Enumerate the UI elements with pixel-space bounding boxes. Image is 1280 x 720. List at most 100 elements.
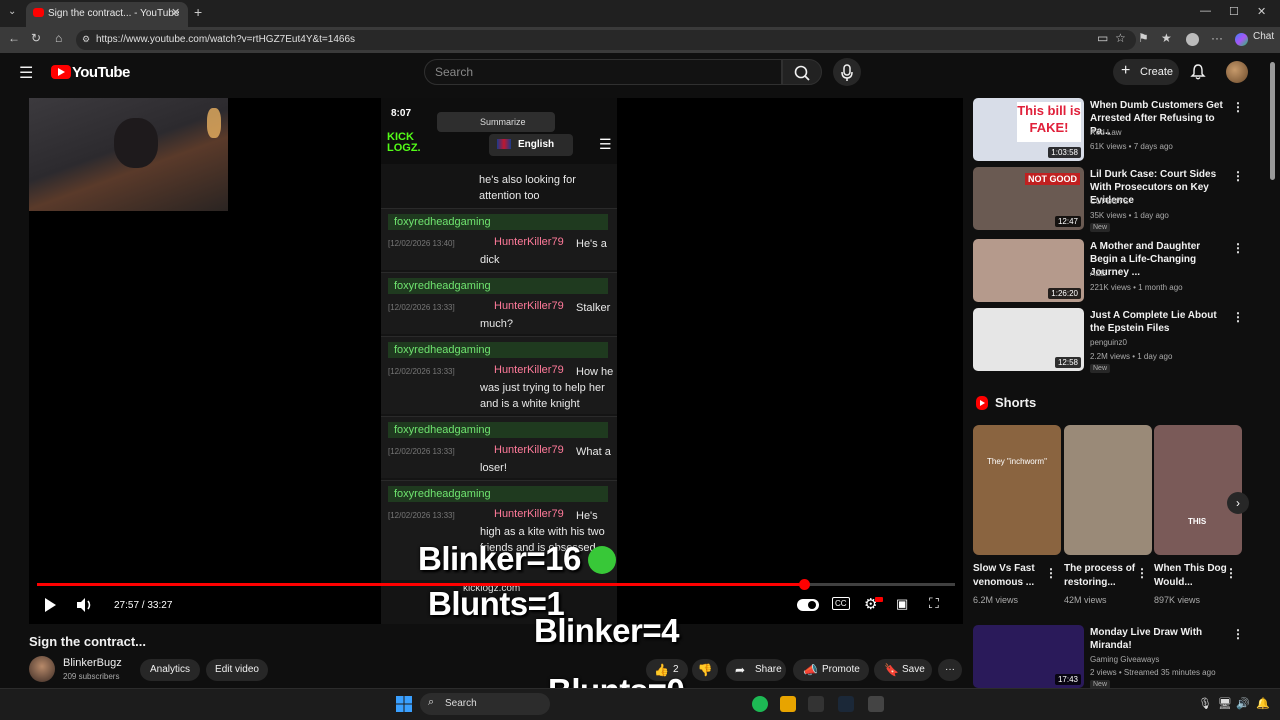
new-tab-icon[interactable]: + bbox=[194, 4, 202, 20]
close-window-icon[interactable]: ✕ bbox=[1257, 5, 1266, 18]
rec-title[interactable]: Just A Complete Lie About the Epstein Fi… bbox=[1090, 309, 1230, 335]
network-tray-icon[interactable]: 🖥 bbox=[1218, 697, 1232, 710]
account-avatar[interactable] bbox=[1226, 61, 1248, 83]
short-more-icon[interactable]: ⋮ bbox=[1225, 566, 1237, 580]
rec-more-icon[interactable]: ⋮ bbox=[1232, 310, 1244, 324]
share-button[interactable]: ➦ Share bbox=[726, 659, 786, 681]
reader-icon[interactable]: ▭ bbox=[1097, 31, 1108, 45]
microphone-icon bbox=[841, 64, 853, 81]
extensions-icon[interactable]: ⚑ bbox=[1138, 31, 1149, 45]
chat-username: foxyredheadgaming bbox=[388, 214, 608, 230]
channel-name[interactable]: BlinkerBugz bbox=[63, 657, 122, 669]
taskbar-app-icon[interactable] bbox=[868, 696, 884, 712]
rec-title[interactable]: Monday Live Draw With Miranda! bbox=[1090, 626, 1230, 652]
shorts-heading: Shorts bbox=[995, 395, 1037, 410]
miniplayer-icon[interactable]: ▣ bbox=[896, 596, 908, 612]
rec-channel[interactable]: Gaming Giveaways bbox=[1090, 655, 1159, 664]
rec-channel[interactable]: A&E bbox=[1090, 269, 1106, 278]
epic-games-icon[interactable] bbox=[808, 696, 824, 712]
webcam-lamp-shape bbox=[207, 108, 221, 138]
more-actions-button[interactable]: ··· bbox=[938, 659, 962, 681]
analytics-button[interactable]: Analytics bbox=[140, 659, 200, 681]
rec-channel[interactable]: penguinz0 bbox=[1090, 338, 1127, 347]
short-thumbnail[interactable]: They "inchworm" bbox=[973, 425, 1061, 555]
chat-text: He's a dick bbox=[480, 238, 607, 266]
home-icon[interactable]: ⌂ bbox=[55, 31, 62, 45]
rec-thumbnail[interactable]: This bill is FAKE! 1:03:58 bbox=[973, 98, 1084, 161]
notifications-bell-icon[interactable] bbox=[1189, 63, 1207, 81]
search-button[interactable] bbox=[782, 59, 822, 85]
rec-more-icon[interactable]: ⋮ bbox=[1232, 627, 1244, 641]
dislike-button[interactable]: 👎 bbox=[692, 659, 718, 681]
webcam-overlay-image bbox=[29, 98, 228, 211]
tab-title: Sign the contract... - YouTube bbox=[48, 8, 180, 19]
search-placeholder: Search bbox=[435, 65, 474, 79]
shorts-next-button[interactable]: › bbox=[1227, 492, 1249, 514]
favorite-star-icon[interactable]: ☆ bbox=[1115, 31, 1126, 45]
short-more-icon[interactable]: ⋮ bbox=[1045, 566, 1057, 580]
minimize-icon[interactable]: — bbox=[1200, 5, 1211, 17]
app-r-icon[interactable] bbox=[780, 696, 796, 712]
fullscreen-icon[interactable]: ⛶ bbox=[929, 595, 939, 612]
close-tab-icon[interactable]: ✕ bbox=[171, 6, 180, 19]
short-title[interactable]: The process of restoring... bbox=[1064, 562, 1144, 590]
profile-icon[interactable] bbox=[1186, 33, 1199, 46]
rec-channel[interactable]: CUFBOYS bbox=[1090, 197, 1129, 206]
captions-icon[interactable]: CC bbox=[832, 597, 850, 610]
short-title[interactable]: When This Dog Would... bbox=[1154, 562, 1234, 590]
maximize-icon[interactable]: ☐ bbox=[1229, 5, 1239, 18]
uk-flag-icon bbox=[497, 139, 511, 149]
webcam-person-shape bbox=[114, 118, 158, 168]
copilot-icon[interactable] bbox=[1235, 33, 1248, 46]
chat-text: What a loser! bbox=[480, 446, 611, 474]
site-info-icon[interactable]: ⚙ bbox=[82, 34, 90, 45]
rec-thumbnail[interactable]: 17:43 bbox=[973, 625, 1084, 688]
tab-list-icon[interactable]: ⌄ bbox=[8, 6, 16, 17]
progress-scrubber[interactable] bbox=[799, 579, 810, 590]
url-text[interactable]: https://www.youtube.com/watch?v=rtHGZ7Eu… bbox=[96, 34, 355, 45]
rec-thumbnail[interactable]: 12:58 bbox=[973, 308, 1084, 371]
rec-thumbnail[interactable]: NOT GOOD 12:47 bbox=[973, 167, 1084, 230]
hamburger-menu-icon[interactable]: ☰ bbox=[19, 63, 33, 83]
reload-icon[interactable]: ↻ bbox=[31, 31, 41, 45]
rec-more-icon[interactable]: ⋮ bbox=[1232, 100, 1244, 114]
create-button[interactable]: + Create bbox=[1113, 59, 1179, 85]
save-button[interactable]: 🔖 Save bbox=[874, 659, 932, 681]
autoplay-toggle[interactable] bbox=[797, 599, 819, 611]
short-title[interactable]: Slow Vs Fast venomous ... bbox=[973, 562, 1053, 590]
short-thumbnail[interactable]: THIS bbox=[1154, 425, 1242, 555]
microphone-tray-icon[interactable]: 🎙 bbox=[1198, 697, 1212, 710]
short-more-icon[interactable]: ⋮ bbox=[1136, 566, 1148, 580]
duration-badge: 17:43 bbox=[1054, 674, 1081, 685]
rec-meta: 2 views • Streamed 35 minutes ago bbox=[1090, 668, 1216, 677]
steam-icon[interactable] bbox=[838, 696, 854, 712]
rec-more-icon[interactable]: ⋮ bbox=[1232, 241, 1244, 255]
chat-button[interactable]: Chat bbox=[1253, 31, 1274, 42]
play-icon[interactable] bbox=[43, 597, 57, 613]
collections-icon[interactable]: ★ bbox=[1161, 31, 1172, 45]
rec-more-icon[interactable]: ⋮ bbox=[1232, 169, 1244, 183]
rec-thumbnail[interactable]: 1:26:20 bbox=[973, 239, 1084, 302]
share-icon: ➦ bbox=[735, 663, 746, 677]
youtube-logo-text[interactable]: YouTube bbox=[72, 64, 130, 81]
back-icon[interactable]: ← bbox=[8, 31, 20, 45]
new-badge: New bbox=[1090, 364, 1111, 373]
search-input[interactable] bbox=[424, 59, 782, 85]
duration-badge: 1:03:58 bbox=[1048, 147, 1081, 158]
spotify-icon[interactable] bbox=[752, 696, 768, 712]
more-options-icon[interactable]: ··· bbox=[1211, 31, 1223, 45]
page-scrollbar[interactable] bbox=[1270, 62, 1275, 180]
volume-tray-icon[interactable]: 🔊 bbox=[1236, 697, 1250, 710]
rec-channel[interactable]: Red Law bbox=[1090, 128, 1122, 137]
channel-avatar[interactable] bbox=[29, 656, 55, 682]
rec-title[interactable]: A Mother and Daughter Begin a Life-Chang… bbox=[1090, 240, 1230, 279]
notifications-tray-icon[interactable]: 🔔 bbox=[1256, 697, 1270, 710]
taskbar-search[interactable]: ⌕ Search bbox=[420, 693, 550, 715]
promote-button[interactable]: 📣 Promote bbox=[793, 659, 869, 681]
volume-icon[interactable] bbox=[76, 597, 94, 613]
edit-video-button[interactable]: Edit video bbox=[206, 659, 268, 681]
duration-badge: 1:26:20 bbox=[1048, 288, 1081, 299]
voice-search-button[interactable] bbox=[833, 58, 861, 86]
short-thumbnail[interactable] bbox=[1064, 425, 1152, 555]
windows-start-icon[interactable] bbox=[396, 696, 412, 712]
